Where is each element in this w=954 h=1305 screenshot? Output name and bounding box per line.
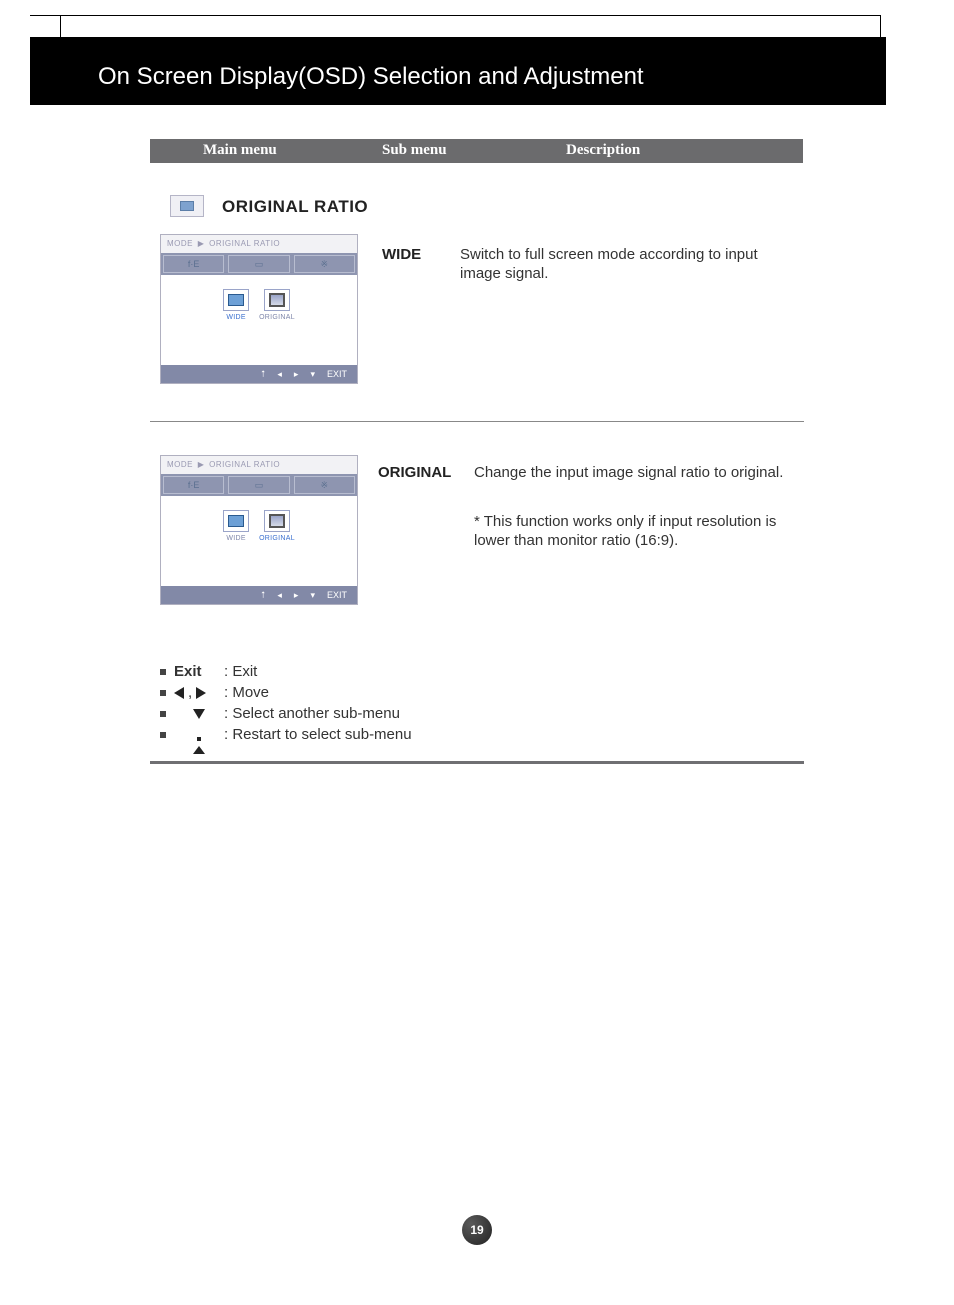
left-arrow-icon: ◂ <box>277 590 282 601</box>
up-arrow-icon: ⭡ <box>261 590 265 601</box>
legend-move-desc: : Move <box>224 684 269 701</box>
wide-icon <box>223 510 249 532</box>
legend-row-restart: : Restart to select sub-menu <box>160 726 412 743</box>
left-arrow-icon: ◂ <box>277 369 282 380</box>
osd-footer: ⭡ ◂ ▸ ▾ EXIT <box>161 365 357 383</box>
col-main-menu: Main menu <box>203 142 277 159</box>
page-title: On Screen Display(OSD) Selection and Adj… <box>98 63 644 91</box>
original-label: ORIGINAL <box>259 314 295 321</box>
crop-mark <box>60 15 61 37</box>
tab-ratio: ▭ <box>228 476 289 494</box>
wide-icon <box>223 289 249 311</box>
breadcrumb-item: ORIGINAL RATIO <box>209 460 280 469</box>
bullet-icon <box>160 669 166 675</box>
osd-option-original: ORIGINAL <box>259 289 295 321</box>
osd-panel-original: MODE ▶ ORIGINAL RATIO f·E ▭ ※ WIDE ORIGI… <box>160 455 358 605</box>
col-sub-menu: Sub menu <box>382 142 447 159</box>
breadcrumb-arrow-icon: ▶ <box>198 460 205 469</box>
osd-option-wide: WIDE <box>223 510 249 542</box>
triangle-left-icon <box>174 687 184 699</box>
osd-tabs: f·E ▭ ※ <box>161 474 357 496</box>
bullet-icon <box>160 711 166 717</box>
breadcrumb-item: ORIGINAL RATIO <box>209 239 280 248</box>
osd-body: WIDE ORIGINAL <box>161 275 357 365</box>
desc-wide: Switch to full screen mode according to … <box>460 246 780 284</box>
right-arrow-icon: ▸ <box>294 590 299 601</box>
legend-restart-desc: : Restart to select sub-menu <box>224 726 412 743</box>
crop-mark <box>30 15 880 16</box>
triangle-down-icon <box>193 709 205 719</box>
exit-label: EXIT <box>327 369 347 379</box>
osd-breadcrumb: MODE ▶ ORIGINAL RATIO <box>161 456 357 474</box>
up-arrow-icon: ⭡ <box>261 369 265 380</box>
breadcrumb-mode: MODE <box>167 460 193 469</box>
osd-breadcrumb: MODE ▶ ORIGINAL RATIO <box>161 235 357 253</box>
legend-row-exit: Exit : Exit <box>160 663 412 680</box>
legend-select-desc: : Select another sub-menu <box>224 705 400 722</box>
ratio-glyph-icon <box>180 201 194 211</box>
bullet-icon <box>160 732 166 738</box>
osd-option-wide: WIDE <box>223 289 249 321</box>
breadcrumb-mode: MODE <box>167 239 193 248</box>
down-arrow-icon: ▾ <box>310 369 315 380</box>
osd-footer: ⭡ ◂ ▸ ▾ EXIT <box>161 586 357 604</box>
tab-dualweb: ※ <box>294 476 355 494</box>
original-icon <box>264 289 290 311</box>
tab-dualweb: ※ <box>294 255 355 273</box>
home-arrow-icon <box>193 729 205 754</box>
osd-option-original: ORIGINAL <box>259 510 295 542</box>
col-description: Description <box>566 142 640 159</box>
legend-row-select: : Select another sub-menu <box>160 705 412 722</box>
osd-panel-wide: MODE ▶ ORIGINAL RATIO f·E ▭ ※ WIDE ORIGI… <box>160 234 358 384</box>
legend-comma: , <box>188 684 192 701</box>
tab-fengine: f·E <box>163 255 224 273</box>
triangle-right-icon <box>196 687 206 699</box>
legend: Exit : Exit , : Move : Select another su… <box>160 663 412 747</box>
divider <box>150 421 804 422</box>
note-original: * This function works only if input reso… <box>474 513 784 551</box>
submenu-wide: WIDE <box>382 246 421 263</box>
wide-label: WIDE <box>226 314 245 321</box>
submenu-original: ORIGINAL <box>378 464 451 481</box>
page-number-badge: 19 <box>462 1215 492 1245</box>
right-arrow-icon: ▸ <box>294 369 299 380</box>
tab-fengine: f·E <box>163 476 224 494</box>
section-divider <box>150 761 804 764</box>
wide-label: WIDE <box>226 535 245 542</box>
osd-body: WIDE ORIGINAL <box>161 496 357 586</box>
legend-row-move: , : Move <box>160 684 412 701</box>
down-arrow-icon: ▾ <box>310 590 315 601</box>
exit-label: EXIT <box>327 590 347 600</box>
osd-tabs: f·E ▭ ※ <box>161 253 357 275</box>
original-label: ORIGINAL <box>259 535 295 542</box>
section-title: ORIGINAL RATIO <box>222 197 368 217</box>
tab-ratio: ▭ <box>228 255 289 273</box>
desc-original: Change the input image signal ratio to o… <box>474 464 784 483</box>
breadcrumb-arrow-icon: ▶ <box>198 239 205 248</box>
original-icon <box>264 510 290 532</box>
legend-exit-key: Exit <box>174 663 202 680</box>
bullet-icon <box>160 690 166 696</box>
original-ratio-icon <box>170 195 204 217</box>
legend-exit-desc: : Exit <box>224 663 257 680</box>
